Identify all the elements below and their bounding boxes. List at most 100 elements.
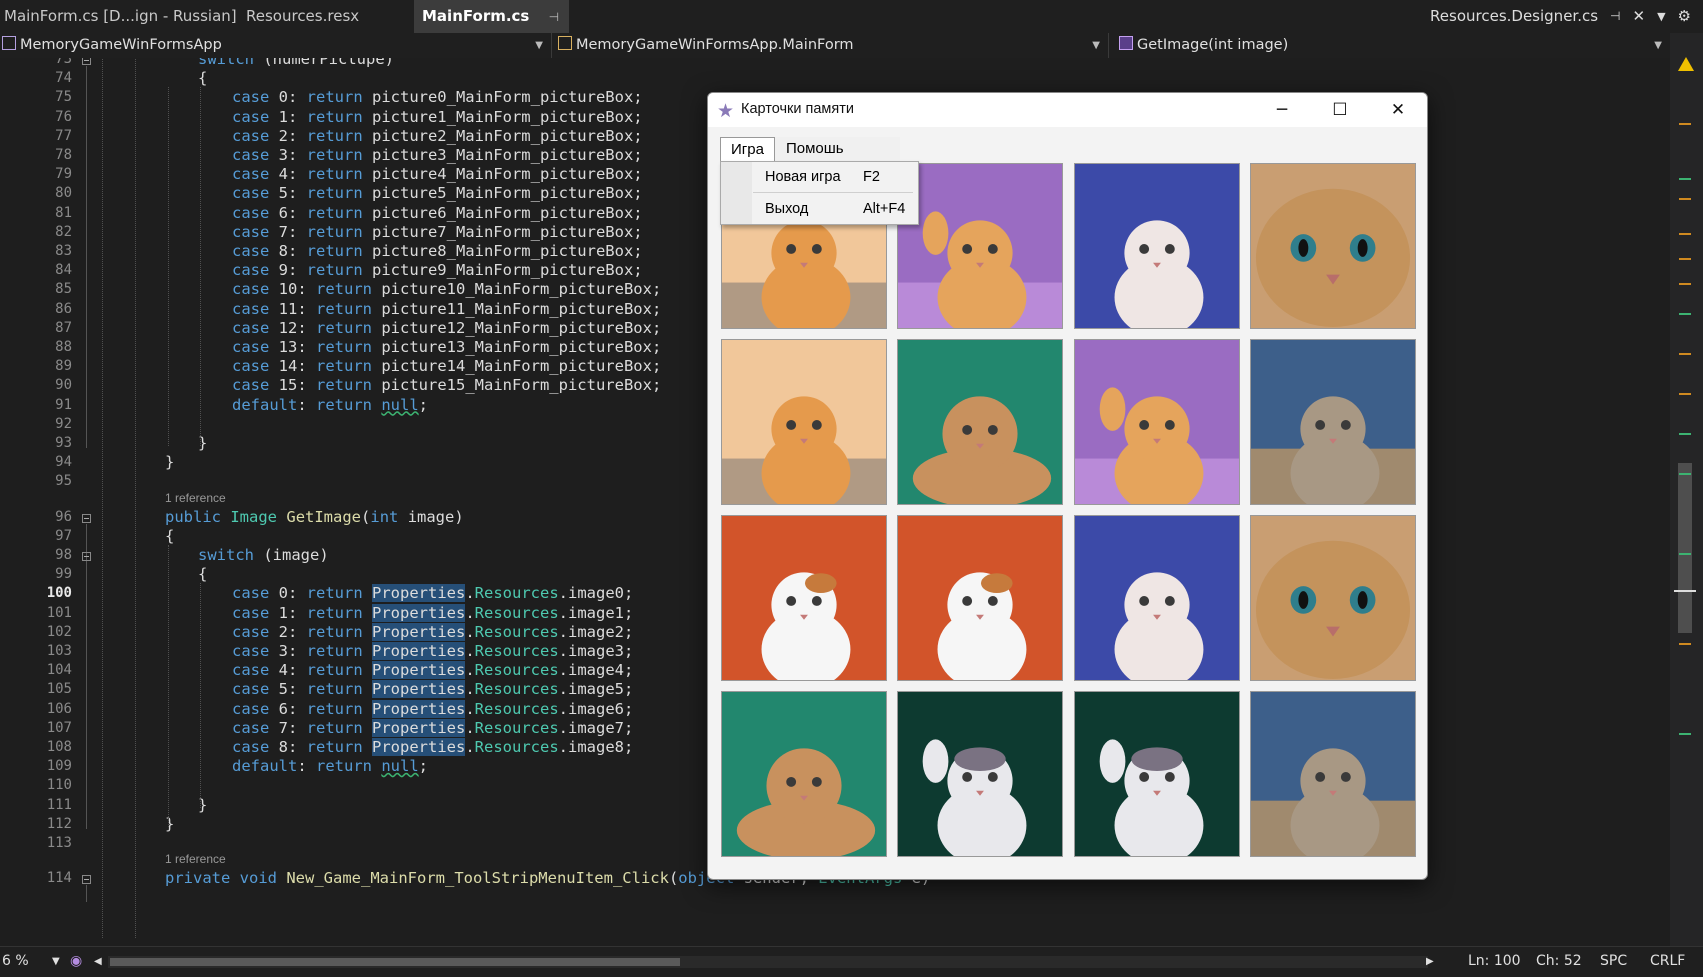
code-line: case 7: return Properties.Resources.imag… xyxy=(232,718,634,737)
fold-toggle[interactable] xyxy=(82,875,91,885)
code-line: case 2: return Properties.Resources.imag… xyxy=(232,622,634,641)
code-line: case 13: return picture13_MainForm_pictu… xyxy=(232,338,662,356)
line-ending-indicator[interactable]: CRLF xyxy=(1650,953,1685,969)
memory-card[interactable] xyxy=(897,339,1063,505)
fold-toggle[interactable] xyxy=(82,552,91,561)
class-icon xyxy=(558,36,572,50)
code-line: case 1: return Properties.Resources.imag… xyxy=(232,603,634,622)
memory-card[interactable] xyxy=(897,163,1063,329)
gear-icon[interactable]: ⚙ xyxy=(1678,0,1691,33)
memory-card[interactable] xyxy=(721,691,887,857)
overview-marker xyxy=(1679,123,1691,125)
scrollbar-thumb[interactable] xyxy=(1678,463,1692,633)
project-dropdown[interactable]: MemoryGameWinFormsApp ▼ xyxy=(0,33,552,58)
menu-separator xyxy=(753,192,913,193)
line-number: 88 xyxy=(55,339,72,355)
code-line: { xyxy=(198,565,208,584)
horizontal-scrollbar[interactable] xyxy=(108,956,1428,968)
memory-card[interactable] xyxy=(1074,515,1240,681)
line-number: 91 xyxy=(55,396,72,413)
horizontal-scrollbar-thumb[interactable] xyxy=(110,958,680,966)
line-number: 89 xyxy=(55,358,72,375)
star-icon: ★ xyxy=(717,100,735,122)
overview-marker xyxy=(1679,178,1691,180)
copilot-icon[interactable]: ◉ xyxy=(70,953,82,969)
maximize-button[interactable]: ☐ xyxy=(1311,93,1369,127)
code-line: case 4: return picture4_MainForm_picture… xyxy=(232,165,643,184)
memory-card[interactable] xyxy=(1074,163,1240,329)
code-line: } xyxy=(165,453,175,472)
tab-mainform-cs[interactable]: MainForm.cs ⊣ ✕ xyxy=(414,0,569,33)
overview-marker xyxy=(1679,198,1691,200)
line-number: 76 xyxy=(55,108,72,125)
pin-icon[interactable]: ⊣ xyxy=(549,1,559,33)
memory-card[interactable] xyxy=(1250,691,1416,857)
memory-card[interactable] xyxy=(721,515,887,681)
tab-resources-resx[interactable]: Resources.resx xyxy=(238,0,378,33)
vertical-scrollbar[interactable] xyxy=(1670,33,1703,946)
overview-marker xyxy=(1679,473,1691,475)
memory-card[interactable] xyxy=(1250,163,1416,329)
line-number: 90 xyxy=(55,377,72,394)
overview-marker xyxy=(1679,733,1691,735)
menu-item-new-game[interactable]: Новая игра F2 xyxy=(721,163,918,191)
overview-marker xyxy=(1679,393,1691,395)
fold-toggle[interactable] xyxy=(82,513,91,523)
line-number: 110 xyxy=(46,777,72,794)
navigation-bar: MemoryGameWinFormsApp ▼ MemoryGameWinFor… xyxy=(0,33,1670,59)
memory-card[interactable] xyxy=(1250,339,1416,505)
project-icon xyxy=(2,36,16,50)
menu-help[interactable]: Помошь xyxy=(776,137,854,161)
pin-icon[interactable]: ⊣ xyxy=(1610,0,1620,33)
codelens-references[interactable]: 1 reference xyxy=(165,491,226,505)
line-number: 83 xyxy=(55,243,72,259)
line-number: 108 xyxy=(46,739,72,755)
close-tab-icon[interactable]: ✕ xyxy=(1633,0,1646,33)
chevron-down-icon[interactable]: ▼ xyxy=(1657,0,1665,33)
memory-game-window: ★ Карточки памяти ─ ☐ ✕ Игра Помошь Нова… xyxy=(707,92,1428,880)
close-button[interactable]: ✕ xyxy=(1369,93,1427,127)
line-number: 80 xyxy=(55,185,72,202)
line-number: 104 xyxy=(46,662,72,679)
scroll-right-icon[interactable]: ▶ xyxy=(1426,956,1434,967)
code-line: case 5: return picture5_MainForm_picture… xyxy=(232,184,643,203)
menu-item-shortcut: Alt+F4 xyxy=(863,201,906,217)
code-line: { xyxy=(198,69,208,88)
line-number: 86 xyxy=(55,300,72,317)
column-indicator[interactable]: Ch: 52 xyxy=(1536,953,1582,969)
line-number: 113 xyxy=(46,835,72,851)
line-number: 114 xyxy=(46,870,72,887)
memory-card[interactable] xyxy=(1250,515,1416,681)
code-line: case 1: return picture1_MainForm_picture… xyxy=(232,107,643,126)
menu-item-exit[interactable]: Выход Alt+F4 xyxy=(721,195,918,223)
memory-card[interactable] xyxy=(1074,691,1240,857)
line-number: 84 xyxy=(55,262,72,279)
line-indicator[interactable]: Ln: 100 xyxy=(1468,953,1521,969)
line-number: 102 xyxy=(46,623,72,640)
code-line: case 6: return picture6_MainForm_picture… xyxy=(232,203,643,222)
menu-game[interactable]: Игра xyxy=(720,137,775,162)
memory-card[interactable] xyxy=(897,515,1063,681)
member-dropdown[interactable]: GetImage(int image) ▼ xyxy=(1109,33,1670,58)
fold-toggle[interactable] xyxy=(82,58,91,65)
code-line: case 8: return picture8_MainForm_picture… xyxy=(232,242,643,260)
tab-mainform-designer[interactable]: MainForm.cs [D...ign - Russian] xyxy=(0,0,236,33)
line-number: 96 xyxy=(55,508,72,525)
tab-resources-designer[interactable]: Resources.Designer.cs xyxy=(1430,0,1598,33)
class-dropdown[interactable]: MemoryGameWinFormsApp.MainForm ▼ xyxy=(552,33,1109,58)
codelens-references[interactable]: 1 reference xyxy=(165,852,226,866)
code-line: case 2: return picture2_MainForm_picture… xyxy=(232,126,643,145)
zoom-level[interactable]: 6 % xyxy=(2,953,29,969)
code-line: case 4: return Properties.Resources.imag… xyxy=(232,661,634,680)
window-title-bar[interactable]: ★ Карточки памяти ─ ☐ ✕ xyxy=(708,93,1427,127)
scroll-left-icon[interactable]: ◀ xyxy=(94,956,102,967)
chevron-down-icon[interactable]: ▼ xyxy=(52,956,60,967)
memory-card[interactable] xyxy=(897,691,1063,857)
code-line: } xyxy=(165,814,175,833)
memory-card[interactable] xyxy=(721,339,887,505)
menu-item-label: Новая игра xyxy=(765,169,841,185)
whitespace-indicator[interactable]: SPC xyxy=(1600,953,1627,969)
minimize-button[interactable]: ─ xyxy=(1253,93,1311,127)
memory-card[interactable] xyxy=(1074,339,1240,505)
indent-guide xyxy=(200,583,201,808)
